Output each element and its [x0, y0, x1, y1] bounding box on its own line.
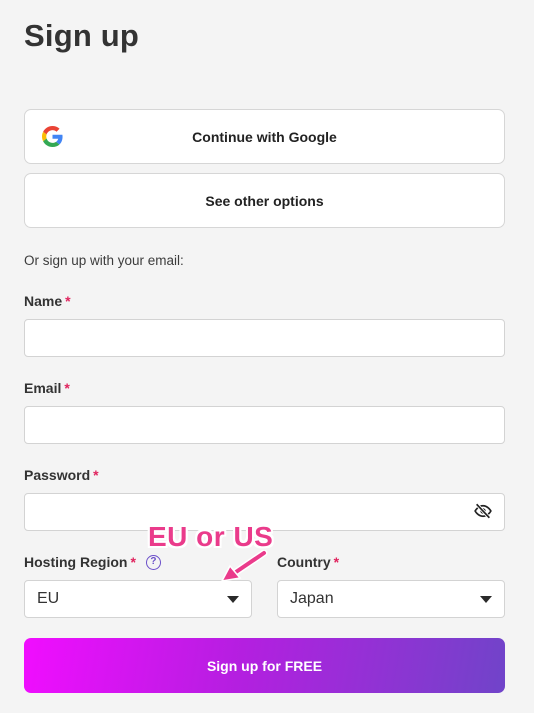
required-mark: * [93, 467, 99, 483]
required-mark: * [130, 554, 136, 570]
caret-down-icon [227, 596, 239, 603]
continue-with-google-label: Continue with Google [192, 128, 337, 145]
page-title: Sign up [24, 18, 140, 53]
email-label: Email * [24, 380, 70, 396]
country-label-text: Country [277, 554, 331, 570]
name-label: Name * [24, 293, 71, 309]
caret-down-icon [480, 596, 492, 603]
email-signup-divider-text: Or sign up with your email: [24, 253, 184, 268]
hosting-region-label-text: Hosting Region [24, 554, 128, 570]
required-mark: * [333, 554, 340, 570]
continue-with-google-button[interactable]: Continue with Google [24, 109, 505, 164]
eye-slash-icon[interactable] [473, 502, 493, 520]
name-input[interactable] [24, 319, 505, 357]
country-label: Country * [277, 554, 339, 570]
country-select[interactable]: Japan [277, 580, 505, 618]
email-label-text: Email [24, 380, 62, 396]
password-label-text: Password [24, 467, 91, 483]
google-logo-icon [42, 126, 63, 147]
password-label: Password * [24, 467, 99, 483]
question-circle-icon[interactable]: ? [145, 554, 161, 570]
annotation-arrow-icon [220, 550, 268, 582]
required-mark: * [65, 293, 71, 309]
hosting-region-value: EU [37, 590, 60, 607]
see-other-options-button[interactable]: See other options [24, 173, 505, 228]
sign-up-free-button[interactable]: Sign up for FREE [24, 638, 505, 693]
required-mark: * [64, 380, 70, 396]
email-input[interactable] [24, 406, 505, 444]
sign-up-free-label: Sign up for FREE [206, 657, 323, 674]
name-label-text: Name [24, 293, 63, 309]
hosting-region-label: Hosting Region * ? [24, 554, 161, 570]
country-value: Japan [290, 590, 334, 607]
see-other-options-label: See other options [205, 192, 324, 209]
annotation-callout: EU or US [148, 521, 274, 552]
